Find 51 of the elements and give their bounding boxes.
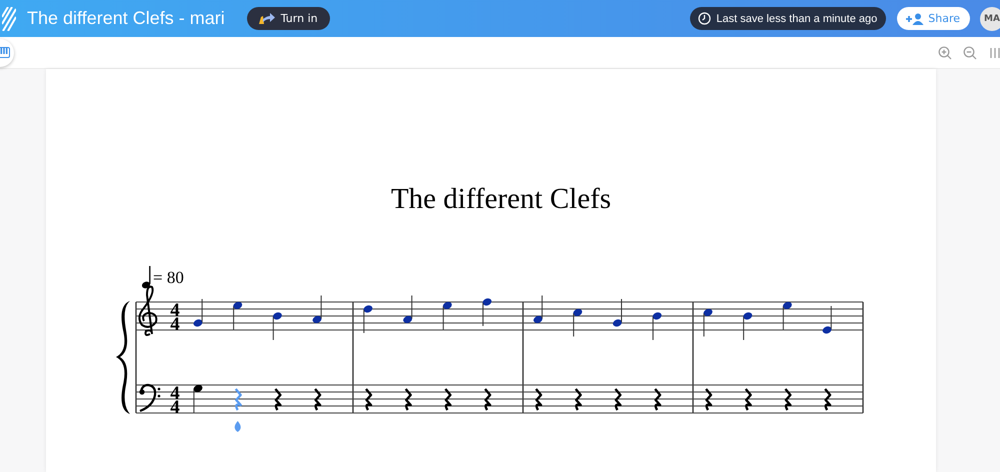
note[interactable] — [193, 384, 202, 413]
quarter-rest[interactable] — [705, 388, 712, 411]
note[interactable] — [312, 295, 322, 324]
note[interactable] — [442, 302, 452, 330]
piano-icon — [0, 47, 10, 58]
note[interactable] — [534, 295, 543, 324]
note[interactable] — [403, 295, 412, 324]
score-title: The different Clefs — [390, 182, 612, 217]
zoom-out-icon[interactable] — [963, 46, 977, 60]
quarter-rest[interactable] — [784, 388, 792, 411]
save-status: Last save less than a minute ago — [690, 7, 886, 30]
note[interactable] — [194, 298, 203, 327]
note[interactable] — [233, 302, 242, 330]
quarter-rest[interactable] — [404, 388, 412, 411]
quarter-rest[interactable] — [654, 388, 662, 411]
zoom-in-icon[interactable] — [938, 46, 952, 60]
quarter-note-icon — [142, 266, 150, 288]
document-title: The different Clefs - mari — [27, 8, 225, 29]
bass-clef-icon — [139, 384, 160, 412]
quarter-rest[interactable] — [274, 388, 282, 411]
quarter-rest[interactable] — [234, 388, 242, 411]
note[interactable] — [782, 302, 792, 330]
treble-clef-icon — [138, 286, 158, 336]
hand-arrow-icon — [256, 12, 275, 24]
note[interactable] — [703, 308, 712, 337]
note[interactable] — [573, 308, 582, 337]
quarter-rest[interactable] — [314, 388, 322, 411]
user-avatar[interactable]: MA — [980, 6, 1000, 30]
quarter-rest[interactable] — [744, 388, 752, 411]
quarter-rest[interactable] — [535, 388, 542, 411]
note[interactable] — [482, 298, 492, 326]
quarter-rest[interactable] — [365, 388, 372, 411]
clock-icon — [698, 12, 712, 25]
note[interactable] — [822, 306, 832, 334]
selection-handle[interactable] — [234, 421, 241, 432]
quarter-rest[interactable] — [444, 388, 452, 411]
turn-in-button[interactable]: Turn in — [246, 7, 330, 30]
quarter-rest[interactable] — [614, 388, 622, 411]
quarter-rest[interactable] — [824, 388, 832, 411]
quarter-rest[interactable] — [484, 388, 492, 411]
note[interactable] — [612, 298, 622, 327]
share-button[interactable]: Share — [897, 7, 970, 30]
columns-icon[interactable] — [988, 46, 1000, 60]
note[interactable] — [272, 312, 282, 340]
tempo-marking: = 80 — [153, 268, 184, 287]
add-person-icon — [906, 12, 924, 24]
note[interactable] — [743, 312, 752, 340]
quarter-rest[interactable] — [574, 388, 582, 411]
logo-icon[interactable] — [2, 6, 16, 30]
note[interactable] — [652, 312, 662, 340]
note[interactable] — [363, 305, 372, 334]
